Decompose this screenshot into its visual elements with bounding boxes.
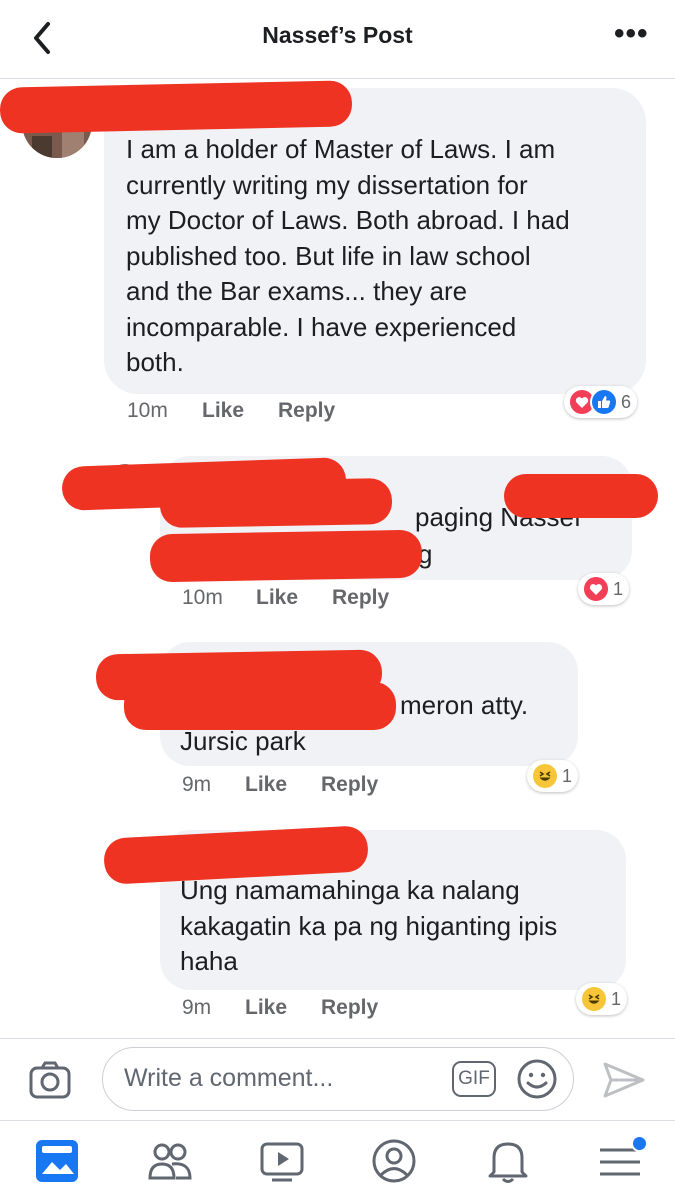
comment-time: 10m	[182, 586, 223, 609]
redaction-mark	[504, 474, 658, 518]
comment-placeholder: Write a comment...	[124, 1064, 334, 1092]
more-dots-icon[interactable]: •••	[614, 19, 650, 52]
camera-icon[interactable]	[28, 1060, 72, 1100]
reaction-summary[interactable]: 1	[527, 760, 579, 792]
like-button[interactable]: Like	[245, 773, 287, 797]
reply-button[interactable]: Reply	[332, 586, 389, 610]
reply-button[interactable]: Reply	[321, 773, 378, 797]
notifications-icon[interactable]	[484, 1138, 532, 1184]
haha-icon	[580, 985, 608, 1013]
reaction-count: 1	[562, 765, 573, 786]
haha-icon	[531, 762, 559, 790]
send-icon[interactable]	[602, 1060, 646, 1100]
watch-icon[interactable]	[258, 1138, 306, 1184]
comment-text: Ung namamahinga ka nalang kakagatin ka p…	[180, 875, 558, 976]
redaction-mark	[159, 477, 393, 529]
groups-icon[interactable]	[146, 1138, 194, 1184]
like-button[interactable]: Like	[256, 586, 298, 610]
gif-button[interactable]: GIF	[452, 1061, 496, 1097]
comment-time: 10m	[127, 399, 168, 422]
comment-text: meron atty.	[400, 690, 529, 720]
reaction-summary[interactable]: 6	[564, 386, 638, 418]
reaction-summary[interactable]: 1	[576, 983, 628, 1015]
redaction-mark	[124, 682, 396, 730]
heart-icon	[582, 575, 610, 603]
reaction-count: 1	[613, 578, 624, 599]
redaction-mark	[0, 80, 353, 134]
reaction-count: 1	[611, 988, 622, 1009]
profile-icon[interactable]	[370, 1138, 418, 1184]
comment-text: I am a holder of Master of Laws. I am cu…	[126, 134, 570, 377]
like-icon	[590, 388, 618, 416]
notification-dot	[631, 1135, 648, 1152]
comment-time: 9m	[182, 773, 212, 796]
like-button[interactable]: Like	[245, 996, 287, 1020]
comment-time: 9m	[182, 996, 212, 1019]
news-feed-icon[interactable]	[34, 1138, 82, 1184]
redaction-mark	[149, 529, 423, 583]
emoji-icon[interactable]	[516, 1058, 558, 1100]
page-title: Nassef’s Post	[262, 22, 413, 48]
reply-button[interactable]: Reply	[321, 996, 378, 1020]
reaction-summary[interactable]: 1	[578, 573, 630, 605]
reaction-count: 6	[621, 391, 632, 412]
bottom-navigation	[0, 1120, 675, 1201]
reply-button[interactable]: Reply	[278, 399, 335, 423]
like-button[interactable]: Like	[202, 399, 244, 423]
